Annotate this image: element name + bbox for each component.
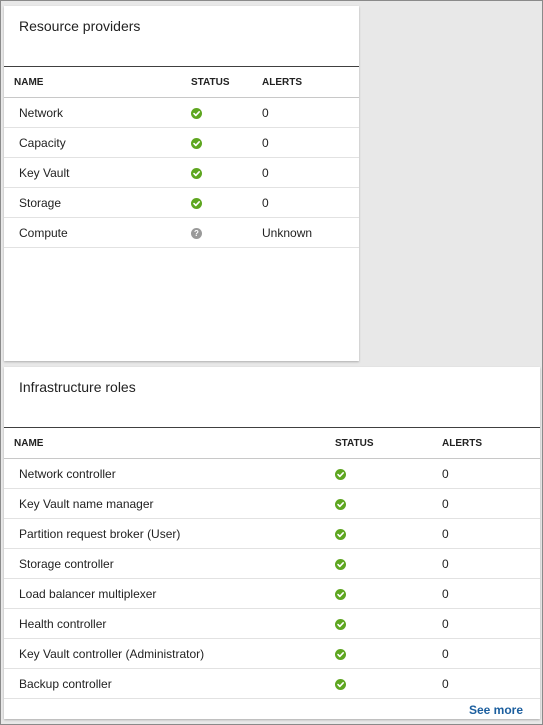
check-circle-icon [191, 137, 202, 149]
check-circle-icon [335, 618, 346, 630]
row-name: Network controller [4, 458, 335, 489]
row-name: Load balancer multiplexer [4, 578, 335, 609]
row-alerts: 0 [442, 548, 540, 579]
row-status [191, 187, 262, 218]
table-row[interactable]: Key Vault 0 [4, 157, 359, 188]
table-row[interactable]: Capacity 0 [4, 127, 359, 158]
row-name: Partition request broker (User) [4, 518, 335, 549]
infrastructure-roles-tile[interactable]: Infrastructure roles NAME STATUS ALERTS … [4, 367, 540, 719]
row-alerts: 0 [262, 187, 359, 218]
row-status [335, 638, 442, 669]
row-status [191, 97, 262, 128]
row-status [335, 548, 442, 579]
table-row[interactable]: Backup controller 0 [4, 668, 540, 699]
row-alerts: 0 [262, 157, 359, 188]
column-header-status: STATUS [191, 66, 262, 98]
row-name: Key Vault name manager [4, 488, 335, 519]
check-circle-icon [335, 528, 346, 540]
row-alerts: 0 [262, 127, 359, 158]
row-name: Backup controller [4, 668, 335, 699]
column-header-alerts: ALERTS [442, 427, 540, 459]
check-circle-icon [335, 498, 346, 510]
see-more-link[interactable]: See more [469, 703, 523, 717]
column-header-name: NAME [4, 66, 191, 98]
table-header-row: NAME STATUS ALERTS [4, 66, 359, 98]
row-status [191, 157, 262, 188]
table-row[interactable]: Load balancer multiplexer 0 [4, 578, 540, 609]
check-circle-icon [191, 197, 202, 209]
row-name: Health controller [4, 608, 335, 639]
row-alerts: 0 [262, 97, 359, 128]
table-row[interactable]: Storage 0 [4, 187, 359, 218]
row-name: Storage controller [4, 548, 335, 579]
question-circle-icon: ? [191, 227, 202, 239]
row-status [335, 458, 442, 489]
row-alerts: 0 [442, 608, 540, 639]
row-alerts: 0 [442, 638, 540, 669]
resource-providers-table: NAME STATUS ALERTS Network 0 Capacity 0 Key … [4, 66, 359, 248]
row-alerts: 0 [442, 578, 540, 609]
row-name: Compute [4, 217, 191, 248]
row-status [335, 668, 442, 699]
table-row[interactable]: Compute? Unknown [4, 217, 359, 248]
check-circle-icon [335, 648, 346, 660]
check-circle-icon [335, 588, 346, 600]
check-circle-icon [335, 678, 346, 690]
table-row[interactable]: Health controller 0 [4, 608, 540, 639]
resource-providers-tile[interactable]: Resource providers NAME STATUS ALERTS Ne… [4, 6, 359, 361]
infrastructure-roles-table: NAME STATUS ALERTS Network controller 0 Ke… [4, 427, 540, 699]
row-name: Capacity [4, 127, 191, 158]
row-status [335, 488, 442, 519]
dashboard-frame: Resource providers NAME STATUS ALERTS Ne… [0, 0, 543, 725]
table-row[interactable]: Network controller 0 [4, 458, 540, 489]
tile-title: Resource providers [19, 18, 141, 34]
column-header-name: NAME [4, 427, 335, 459]
row-status: ? [191, 217, 262, 248]
table-header-row: NAME STATUS ALERTS [4, 427, 540, 459]
column-header-alerts: ALERTS [262, 66, 359, 98]
check-circle-icon [191, 107, 202, 119]
row-alerts: 0 [442, 668, 540, 699]
table-row[interactable]: Network 0 [4, 97, 359, 128]
row-name: Storage [4, 187, 191, 218]
table-row[interactable]: Partition request broker (User) 0 [4, 518, 540, 549]
row-status [335, 608, 442, 639]
column-header-status: STATUS [335, 427, 442, 459]
row-alerts: 0 [442, 518, 540, 549]
row-alerts: 0 [442, 488, 540, 519]
check-circle-icon [191, 167, 202, 179]
row-name: Key Vault [4, 157, 191, 188]
row-name: Network [4, 97, 191, 128]
row-alerts: Unknown [262, 217, 359, 248]
tile-title: Infrastructure roles [19, 379, 136, 395]
row-status [335, 578, 442, 609]
check-circle-icon [335, 558, 346, 570]
table-row[interactable]: Key Vault controller (Administrator) 0 [4, 638, 540, 669]
row-status [335, 518, 442, 549]
table-row[interactable]: Key Vault name manager 0 [4, 488, 540, 519]
check-circle-icon [335, 468, 346, 480]
table-row[interactable]: Storage controller 0 [4, 548, 540, 579]
row-name: Key Vault controller (Administrator) [4, 638, 335, 669]
row-alerts: 0 [442, 458, 540, 489]
row-status [191, 127, 262, 158]
